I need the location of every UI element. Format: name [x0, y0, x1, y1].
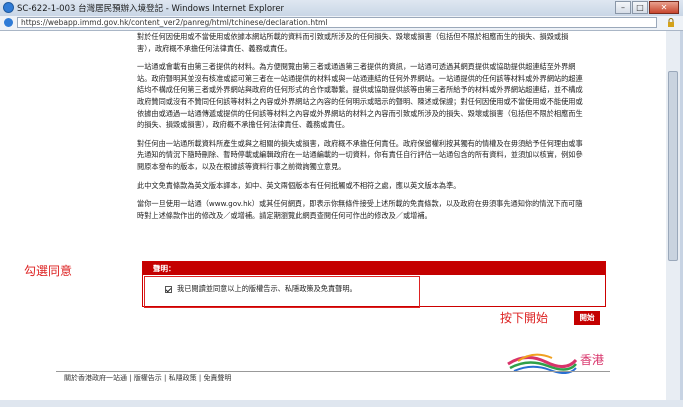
- left-margin: [0, 31, 56, 400]
- address-bar: https://webapp.immd.gov.hk/content_ver2/…: [0, 16, 683, 31]
- scrollbar-thumb[interactable]: [668, 71, 678, 261]
- footer-link-copyright[interactable]: 版權告示: [134, 374, 162, 382]
- annotation-box: [144, 276, 420, 308]
- page-viewport: 對於任何因使用或不當使用或依據本網站所載的資料而引致或所涉及的任何損失、毀壞或損…: [56, 31, 610, 400]
- paragraph-1: 對於任何因使用或不當使用或依據本網站所載的資料而引致或所涉及的任何損失、毀壞或損…: [137, 32, 569, 53]
- footer-link-disclaimer[interactable]: 免責聲明: [203, 374, 231, 382]
- paragraph-2: 一站通或會載有由第三者提供的材料。為方便閱覽由第三者或通過第三者提供的資訊，一站…: [137, 62, 583, 130]
- brand-hong-kong-logo: 香港: [507, 353, 604, 374]
- footer-link-privacy[interactable]: 私隱政策: [169, 374, 197, 382]
- url-field[interactable]: https://webapp.immd.gov.hk/content_ver2/…: [17, 17, 657, 28]
- annotation-press-start: 按下開始: [500, 311, 549, 325]
- window-title: SC-622-1-003 台灣居民預辦入境登記 - Windows Intern…: [17, 4, 285, 14]
- start-button[interactable]: 開始: [574, 311, 600, 325]
- paragraph-5: 當你一旦使用一站通（www.gov.hk）或其任何網頁，即表示你無條件接受上述所…: [137, 199, 583, 220]
- footer-link-about[interactable]: 關於香港政府一站通: [64, 374, 127, 382]
- status-bar: [0, 400, 683, 407]
- declaration-header: 聲明：: [143, 262, 605, 275]
- window-buttons: – □ ✕: [614, 1, 679, 14]
- ie-icon: [3, 2, 14, 13]
- paragraph-3: 對任何由一站通所載資料所產生或與之相關的損失或損害，政府概不承擔任何責任。政府保…: [137, 138, 583, 171]
- right-margin: [610, 31, 666, 400]
- minimize-button[interactable]: –: [615, 1, 631, 14]
- title-bar: SC-622-1-003 台灣居民預辦入境登記 - Windows Intern…: [0, 0, 683, 16]
- annotation-check-agree: 勾選同意: [24, 264, 73, 278]
- disclaimer-content: 對於任何因使用或不當使用或依據本網站所載的資料而引致或所涉及的任何損失、毀壞或損…: [137, 31, 583, 228]
- close-button[interactable]: ✕: [649, 1, 679, 14]
- page-icon: [4, 18, 13, 27]
- lock-icon: [668, 18, 674, 27]
- scrollbar[interactable]: [666, 31, 680, 400]
- logo-text: 香港: [580, 353, 604, 367]
- maximize-button[interactable]: □: [632, 1, 648, 14]
- paragraph-4: 此中文免責條款為英文版本譯本，如中、英文兩個版本有任何抵觸或不相符之處，應以英文…: [137, 180, 461, 190]
- footer-links: 關於香港政府一站通 | 版權告示 | 私隱政策 | 免責聲明: [56, 371, 610, 383]
